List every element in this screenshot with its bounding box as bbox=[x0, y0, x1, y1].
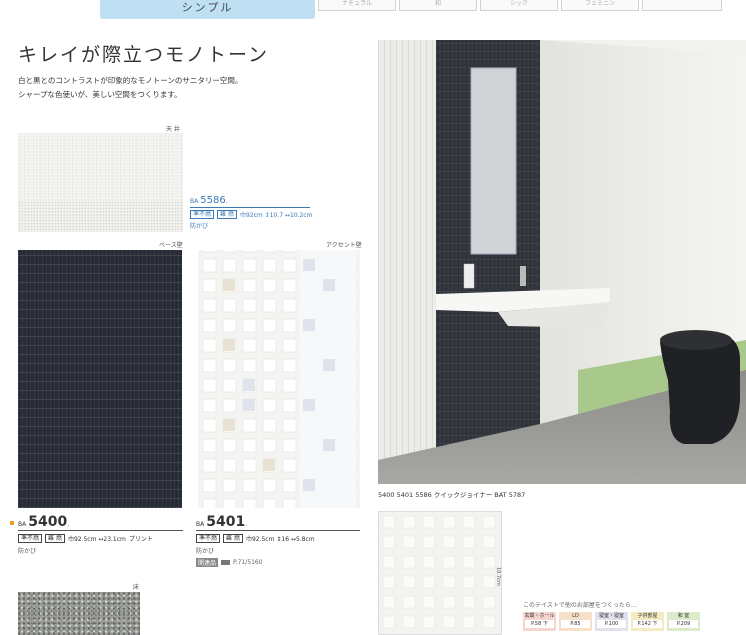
ceiling-spec-values: 巾92cm ↕10.7 ↔10.2cm bbox=[239, 212, 313, 219]
page-title: キレイが際立つモノトーン bbox=[18, 44, 270, 66]
square-tile-pattern bbox=[379, 512, 501, 634]
tab-feminine[interactable]: フェミニン bbox=[561, 0, 639, 11]
sanitary-room-illustration bbox=[378, 40, 746, 484]
room-entrance[interactable]: 玄関・ホール P.58 下 bbox=[523, 612, 556, 631]
accent-wall-label: アクセント壁 bbox=[326, 242, 362, 249]
tab-japanese[interactable]: 和 bbox=[399, 0, 477, 11]
room-photo bbox=[378, 40, 746, 484]
base-tag-semi-noncombustible: 準不燃 bbox=[18, 534, 43, 543]
intro-line-2: シャープな色使いが、美しい空間をつくります。 bbox=[18, 90, 182, 99]
tab-more[interactable] bbox=[642, 0, 722, 11]
floor-label: 床 bbox=[133, 584, 140, 591]
accent-related: 関連品 P.71/5160 bbox=[196, 558, 263, 567]
accent-tag-flame-retardant: 難 燃 bbox=[223, 534, 243, 543]
ceiling-tag-semi-noncombustible: 準不燃 bbox=[190, 210, 215, 219]
base-specs: 準不燃 難 燃 巾92.5cm ↔23.1cm プリント bbox=[18, 534, 153, 543]
related-swatch-icon bbox=[221, 560, 231, 565]
tile-dimension: 10.7cm bbox=[495, 567, 501, 586]
accent-specs: 準不燃 難 燃 巾92.5cm ↕16 ↔5.8cm bbox=[196, 534, 315, 543]
tab-simple[interactable]: シンプル bbox=[100, 0, 315, 19]
tab-chic[interactable]: シック bbox=[480, 0, 558, 11]
base-spec-extra: プリント bbox=[128, 536, 153, 543]
accent-rule bbox=[196, 530, 360, 531]
accent-spec-values: 巾92.5cm ↕16 ↔5.8cm bbox=[245, 536, 315, 543]
base-rule bbox=[18, 530, 183, 531]
base-tag-flame-retardant: 難 燃 bbox=[45, 534, 65, 543]
ceiling-note: 防かび bbox=[190, 223, 209, 230]
accent-tag-semi-noncombustible: 準不燃 bbox=[196, 534, 221, 543]
base-wall-label: ベース壁 bbox=[159, 242, 183, 249]
photo-caption: 5400 5401 5586 クイックジョイナー BAT 5787 bbox=[378, 491, 526, 499]
room-bedroom[interactable]: 寝室・寝室 P.100 bbox=[595, 612, 628, 631]
intro-line-1: 白と黒とのコントラストが印象的なモノトーンのサニタリー空間。 bbox=[18, 76, 243, 85]
tab-natural[interactable]: ナチュラル bbox=[318, 0, 396, 11]
mosaic-tile-pattern bbox=[198, 250, 360, 508]
intro-text: 白と黒とのコントラストが印象的なモノトーンのサニタリー空間。 シャープな色使いが… bbox=[18, 74, 242, 102]
room-ld[interactable]: LD P.85 bbox=[559, 612, 592, 631]
ceiling-specs: 準不燃 難 燃 巾92cm ↕10.7 ↔10.2cm bbox=[190, 210, 312, 219]
ceiling-product-code: BA 5586. bbox=[190, 195, 228, 206]
ceiling-label: 天 井 bbox=[166, 126, 180, 133]
tile-pattern-swatch bbox=[378, 511, 502, 635]
room-kids[interactable]: 子供部屋 P.142 下 bbox=[631, 612, 664, 631]
ceiling-rule bbox=[190, 207, 310, 208]
accent-wall-swatch bbox=[198, 250, 360, 508]
base-note: 防かび bbox=[18, 548, 37, 555]
base-spec-values: 巾92.5cm ↔23.1cm bbox=[67, 536, 126, 543]
accent-note: 防かび bbox=[196, 548, 215, 555]
base-product-code: BA 5400. bbox=[18, 514, 70, 530]
base-wall-swatch bbox=[18, 250, 182, 508]
product-marker-icon bbox=[10, 521, 14, 525]
accent-product-code: BA 5401. bbox=[196, 514, 248, 530]
ceiling-swatch bbox=[18, 133, 183, 232]
ceiling-tag-flame-retardant: 難 燃 bbox=[217, 210, 237, 219]
floor-swatch bbox=[18, 592, 140, 635]
other-rooms-title: このテイストで他のお部屋をつくったら… bbox=[523, 602, 637, 609]
room-japanese[interactable]: 和 室 P.209 bbox=[667, 612, 700, 631]
related-badge: 関連品 bbox=[196, 558, 219, 567]
related-ref[interactable]: P.71/5160 bbox=[233, 559, 263, 566]
